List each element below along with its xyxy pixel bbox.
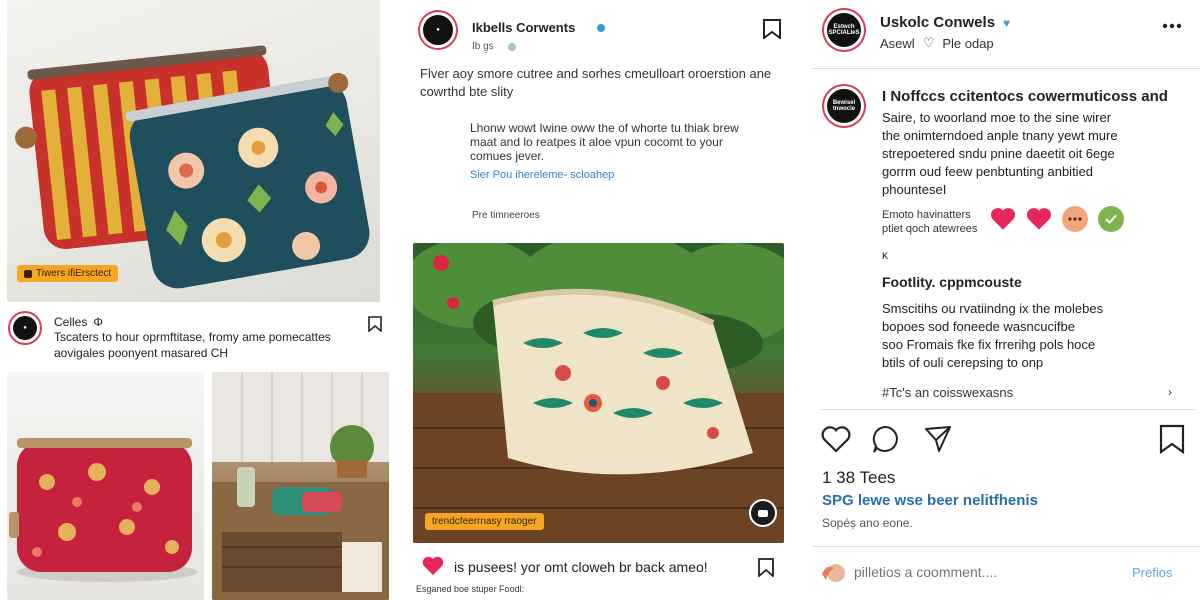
username[interactable]: Celles bbox=[54, 315, 87, 329]
section-body-line-3: soo Fromais fke fix frrerihg pols hoce bbox=[882, 337, 1096, 352]
heart-icon[interactable] bbox=[422, 556, 444, 576]
bookmark-icon[interactable] bbox=[756, 556, 776, 578]
more-options-icon[interactable] bbox=[1160, 16, 1184, 36]
user-sub-row: Ib g̱s bbox=[472, 41, 516, 52]
garden-pouch-illustration bbox=[413, 243, 784, 543]
share-icon[interactable] bbox=[922, 423, 954, 455]
feed-column-right: Estwch SPCIALIeS Uskolc Conwels ♥ Asewl … bbox=[812, 0, 1200, 600]
verified-icon: ♥ bbox=[1003, 15, 1011, 30]
post-body-line-1: Saire, to woorland moe to the sine wirer bbox=[882, 110, 1112, 125]
user-subtitle-2: Ple odap bbox=[942, 35, 994, 51]
photo-tag: Tiwers ifiErsctect bbox=[17, 265, 119, 282]
check-reaction-icon[interactable] bbox=[1098, 206, 1124, 232]
caption-line-1: Flver aoy smore cutree and sorhes cmeull… bbox=[420, 66, 772, 81]
bookmark-icon[interactable] bbox=[1156, 422, 1188, 456]
heart-reaction-icon-2[interactable] bbox=[1026, 206, 1052, 232]
feed-column-middle: ● Ikbells Corwents Ib g̱s Flver aoy smor… bbox=[406, 0, 802, 600]
divider-2 bbox=[820, 409, 1196, 410]
heart-outline-icon: ♡ bbox=[922, 35, 935, 50]
small-label: Pre timneeroes bbox=[472, 210, 540, 221]
post-body-line-4: gorrm oud feew penbtunting anbitied bbox=[882, 164, 1094, 179]
section-body-line-4: btils of ouli cerepsing to onp bbox=[882, 355, 1044, 370]
avatar-2-text: Bewisel tnwocle bbox=[832, 99, 856, 112]
quote-line-1: Lhonw wowt Iwine oww the of whorte tu th… bbox=[470, 121, 739, 135]
quote-line-2: maat and lo reatpes it aloe vpun cocomt … bbox=[470, 135, 723, 149]
liked-by[interactable]: SPG lewe wse beer nelitfhenis bbox=[822, 492, 1038, 509]
post-footnote: Esganed boe stuper Foodl: bbox=[416, 584, 525, 594]
user-sub-row: Asewl ♡ Ple odap bbox=[880, 35, 994, 51]
avatar[interactable]: ● bbox=[10, 313, 40, 343]
bookmark-icon[interactable] bbox=[762, 18, 782, 40]
username-row: Celles Φ bbox=[54, 315, 103, 329]
username[interactable]: Ikbells Corwents bbox=[472, 20, 575, 35]
username-row: Ikbells Corwents bbox=[472, 20, 606, 35]
heart-reaction-icon[interactable] bbox=[990, 206, 1016, 232]
comment-icon[interactable] bbox=[870, 423, 902, 455]
post-body-line-2: the onimterndoed anple tnany yewt mure bbox=[882, 128, 1118, 143]
feed-column-left: Tiwers ifiErsctect ● Celles Φ Tscaters t… bbox=[0, 0, 392, 600]
post-body-line-3: strepoetered sndu pnine daeetit oit 6ege bbox=[882, 146, 1115, 161]
username-row: Uskolc Conwels ♥ bbox=[880, 14, 1010, 31]
post-caption-block: ● Celles Φ Tscaters to hour oprmftitase,… bbox=[10, 313, 390, 363]
user-subtitle: Ib g̱s bbox=[472, 41, 494, 52]
chevron-right-icon[interactable]: › bbox=[1168, 385, 1172, 399]
caption-line-2: cowrthd bte slity bbox=[420, 84, 514, 99]
section-body-line-1: Smscitihs ou rvatiindng ix the molebes bbox=[882, 301, 1104, 316]
quote-line-3: comues jever. bbox=[470, 149, 545, 163]
divider bbox=[812, 68, 1200, 69]
post-photo-garden-pouch[interactable]: trendcfeerrnasy rraoger bbox=[413, 243, 784, 543]
emote-caption: Emoto havinatters ptiet qoch atewrees bbox=[882, 208, 977, 236]
avatar-mark: ● bbox=[436, 26, 440, 33]
photo-tag-label: trendcfeerrnasy rraoger bbox=[432, 516, 537, 527]
post-time: Sopéș ano eone. bbox=[822, 516, 913, 530]
emote-caption-line-2: ptiet qoch atewrees bbox=[882, 223, 978, 235]
more-reaction-icon[interactable] bbox=[1062, 206, 1088, 232]
commenter-avatar-icon bbox=[820, 560, 846, 584]
section-body-line-2: bopoes sod foneede wasncucifbe bbox=[882, 319, 1075, 334]
username-glyph: Φ bbox=[93, 315, 103, 329]
reaction-row bbox=[990, 206, 1124, 232]
caption-line-1: Tscaters to hour oprmftitase, fromy ame … bbox=[54, 330, 331, 344]
hashtags[interactable]: #Tc's an coisswexasns bbox=[882, 385, 1013, 400]
like-heart-icon[interactable] bbox=[820, 424, 852, 454]
divider-3 bbox=[812, 546, 1200, 547]
post-photo-pouches[interactable]: Tiwers ifiErsctect bbox=[7, 0, 380, 302]
post-quote: Lhonw wowt Iwine oww the of whorte tu th… bbox=[470, 121, 790, 163]
post-body-line-5: phounteseI bbox=[882, 182, 947, 197]
verified-icon bbox=[597, 23, 606, 32]
post-caption: Flver aoy smore cutree and sorhes cmeull… bbox=[420, 65, 790, 101]
bookmark-icon[interactable] bbox=[366, 315, 384, 333]
post-photo-red-pouch[interactable] bbox=[7, 372, 204, 600]
shop-bag-icon[interactable] bbox=[749, 499, 777, 527]
avatar-mark: ● bbox=[23, 324, 27, 331]
small-glyph: ĸ bbox=[882, 248, 888, 262]
post-comment-button[interactable]: Prefios bbox=[1132, 565, 1172, 580]
globe-icon bbox=[507, 42, 516, 51]
avatar-text: Estwch SPCIALIeS bbox=[828, 23, 860, 36]
post-footer-text: is pusees! yor omt cloweh br back ameo! bbox=[454, 559, 708, 575]
avatar-2[interactable]: Bewisel tnwocle bbox=[824, 86, 864, 126]
post-body: Saire, to woorland moe to the sine wirer… bbox=[882, 109, 1192, 199]
red-pouch-illustration bbox=[9, 438, 197, 582]
photo-tag-label: Tiwers ifiErsctect bbox=[36, 268, 112, 279]
post-link[interactable]: Sier Pou ihereleme- ѕcloahep bbox=[470, 169, 614, 181]
likes-count[interactable]: 1 38 Tees bbox=[822, 468, 895, 488]
section-body: Smscitihs ou rvatiindng ix the molebes b… bbox=[882, 300, 1192, 372]
craft-table-illustration bbox=[212, 372, 389, 600]
emote-caption-line-1: Emoto havinatters bbox=[882, 209, 971, 221]
avatar[interactable]: ● bbox=[420, 12, 456, 48]
comment-input[interactable] bbox=[854, 560, 1104, 584]
photo-tag: trendcfeerrnasy rraoger bbox=[425, 513, 544, 530]
caption-line-2: aovigales poonyent masared CH bbox=[54, 346, 229, 360]
tag-icon bbox=[24, 269, 32, 278]
pouches-illustration bbox=[15, 45, 370, 289]
user-subtitle: Asewl bbox=[880, 35, 915, 51]
section-title: Footlity. cppmcouste bbox=[882, 274, 1022, 290]
avatar[interactable]: Estwch SPCIALIeS bbox=[824, 10, 864, 50]
username[interactable]: Uskolc Conwels bbox=[880, 14, 995, 31]
post-title: I Noffccs ccitentocs cowermuticoss and bbox=[882, 88, 1168, 105]
post-photo-craft-table[interactable] bbox=[212, 372, 389, 600]
